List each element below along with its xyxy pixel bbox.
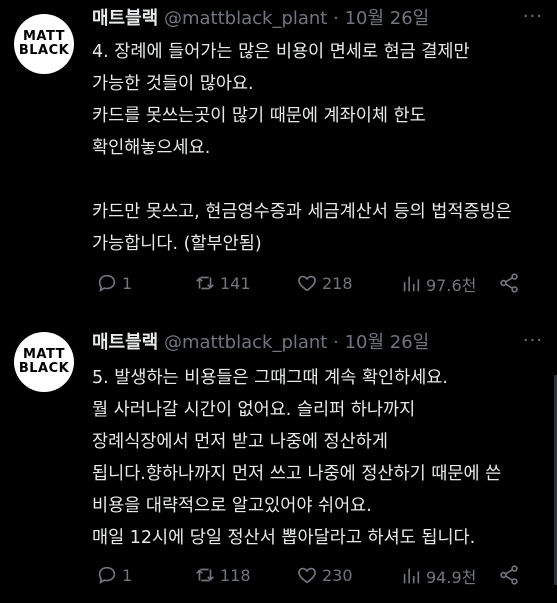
avatar[interactable]: MATT BLACK: [14, 14, 74, 74]
tweet-line: 가능합니다. (할부안됨): [92, 234, 262, 254]
retweet-icon: [196, 568, 214, 582]
more-options-icon[interactable]: ···: [523, 330, 543, 351]
tweet-line: 비용을 대략적으로 알고있어야 쉬어요.: [92, 496, 372, 516]
tweet-line: 카드만 못쓰고, 현금영수증과 세금계산서 등의 법적증빙은: [92, 202, 512, 222]
retweet-button[interactable]: 141: [194, 272, 251, 294]
reply-count: 1: [122, 565, 133, 585]
tweet-header: 매트블랙 @mattblack_plant · 10월 26일: [92, 7, 429, 31]
views-count: 97.6천: [426, 276, 477, 295]
tweet-line: 확인해놓으세요.: [92, 138, 211, 158]
tweet-line: 카드를 못쓰는곳이 많기 때문에 계좌이체 한도: [92, 106, 426, 126]
heart-icon: [298, 275, 316, 292]
tweet-line: 4. 장례에 들어가는 많은 비용이 면세로 현금 결제만: [92, 42, 470, 62]
like-count: 218: [322, 273, 353, 293]
author-handle[interactable]: @mattblack_plant: [164, 332, 327, 353]
tweet-1[interactable]: MATT BLACK 매트블랙 @mattblack_plant · 10월 2…: [0, 0, 557, 315]
views-icon: [403, 276, 420, 292]
reply-button[interactable]: 1: [96, 272, 132, 294]
views-button[interactable]: 97.6천: [400, 272, 476, 296]
like-button[interactable]: 230: [296, 564, 353, 586]
views-icon: [403, 568, 420, 584]
heart-icon: [298, 567, 316, 584]
avatar-text-line2: BLACK: [18, 361, 70, 376]
retweet-button[interactable]: 118: [194, 564, 251, 586]
retweet-count: 141: [220, 273, 251, 293]
tweet-line: 매일 12시에 당일 정산서 뽑아달라고 하셔도 됩니다.: [92, 528, 476, 548]
more-options-icon[interactable]: ···: [523, 6, 543, 27]
separator-dot: ·: [333, 332, 339, 353]
tweet-text: 4. 장례에 들어가는 많은 비용이 면세로 현금 결제만 가능한 것들이 많아…: [92, 36, 547, 260]
tweet-actions: 1 118 230 94.9천: [96, 564, 536, 592]
like-count: 230: [322, 565, 353, 585]
share-icon: [500, 273, 518, 293]
reply-count: 1: [122, 273, 133, 293]
avatar[interactable]: MATT BLACK: [14, 332, 74, 392]
retweet-icon: [196, 276, 214, 290]
tweet-actions: 1 141 218 97.6천: [96, 272, 536, 300]
reply-button[interactable]: 1: [96, 564, 132, 586]
separator-dot: ·: [333, 8, 339, 29]
tweet-line: 됩니다.향하나까지 먼저 쓰고 나중에 정산하기 때문에 쓴: [92, 464, 502, 484]
tweet-line: 가능한 것들이 많아요.: [92, 74, 254, 94]
author-name[interactable]: 매트블랙: [92, 8, 158, 29]
tweet-line: 5. 발생하는 비용들은 그때그때 계속 확인하세요.: [92, 368, 448, 388]
retweet-count: 118: [220, 565, 251, 585]
tweet-header: 매트블랙 @mattblack_plant · 10월 26일: [92, 331, 429, 355]
share-button[interactable]: [498, 272, 520, 294]
tweet-date[interactable]: 10월 26일: [345, 8, 430, 29]
tweet-date[interactable]: 10월 26일: [345, 332, 430, 353]
author-name[interactable]: 매트블랙: [92, 332, 158, 353]
reply-icon: [98, 566, 116, 584]
author-handle[interactable]: @mattblack_plant: [164, 8, 327, 29]
tweet-text: 5. 발생하는 비용들은 그때그때 계속 확인하세요. 뭘 사러나갈 시간이 없…: [92, 362, 547, 554]
reply-icon: [98, 274, 116, 292]
avatar-text-line1: MATT: [22, 347, 66, 362]
share-icon: [500, 565, 518, 585]
like-button[interactable]: 218: [296, 272, 353, 294]
tweet-2[interactable]: MATT BLACK 매트블랙 @mattblack_plant · 10월 2…: [0, 318, 557, 603]
avatar-text-line1: MATT: [22, 29, 66, 44]
share-button[interactable]: [498, 564, 520, 586]
tweet-line: 장례식장에서 먼저 받고 나중에 정산하게: [92, 432, 388, 452]
views-button[interactable]: 94.9천: [400, 564, 476, 588]
avatar-text-line2: BLACK: [18, 43, 70, 58]
views-count: 94.9천: [426, 568, 477, 587]
tweet-line: 뭘 사러나갈 시간이 없어요. 슬리퍼 하나까지: [92, 400, 416, 420]
